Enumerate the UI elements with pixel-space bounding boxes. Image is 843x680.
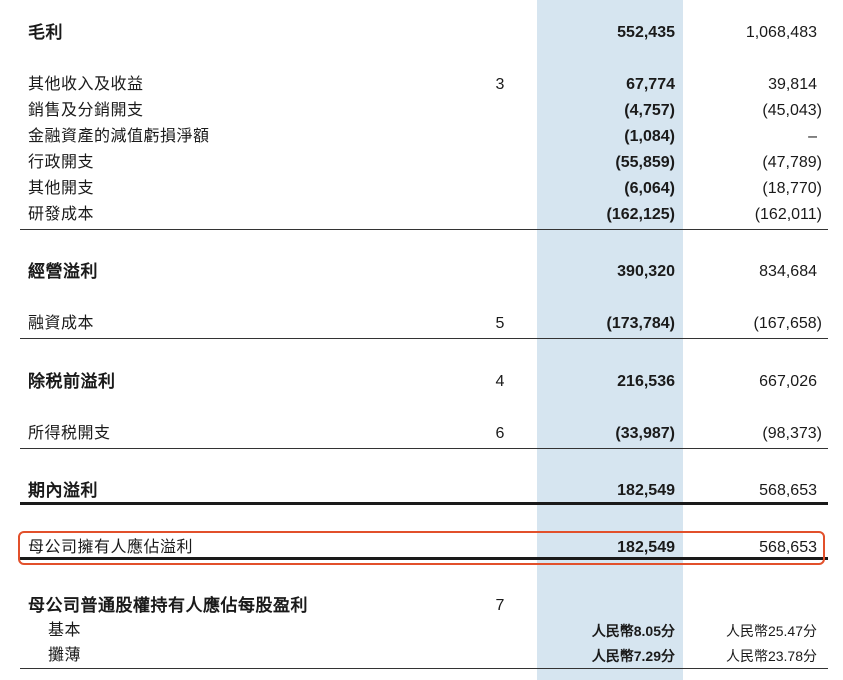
table-row: 所得税開支 6 (33,987) (98,373): [0, 422, 843, 446]
prior-value: (162,011): [754, 206, 822, 223]
row-label: 銷售及分銷開支: [28, 102, 144, 119]
note-ref: 4: [495, 373, 505, 390]
current-value: 216,536: [617, 373, 675, 390]
note-ref: 3: [495, 76, 505, 93]
table-row: 除税前溢利 4 216,536 667,026: [0, 370, 843, 394]
prior-value: (47,789): [762, 154, 822, 171]
divider: [20, 448, 828, 449]
table-row: 其他收入及收益 3 67,774 39,814: [0, 73, 843, 97]
row-label: 金融資產的減值虧損淨額: [28, 128, 210, 145]
prior-value: 667,026: [759, 373, 817, 390]
note-ref: 7: [495, 597, 505, 614]
prior-value: 人民幣23.78分: [725, 648, 817, 664]
prior-value: 39,814: [768, 76, 817, 93]
prior-value: 568,653: [759, 482, 817, 499]
current-value: 552,435: [617, 24, 675, 41]
current-value: (162,125): [606, 206, 676, 223]
table-row: 經營溢利 390,320 834,684: [0, 260, 843, 284]
divider: [20, 338, 828, 339]
current-value: (6,064): [624, 180, 675, 197]
divider: [20, 229, 828, 230]
prior-value: 834,684: [759, 263, 817, 280]
table-row: 研發成本 (162,125) (162,011): [0, 203, 843, 227]
current-value: (55,859): [615, 154, 675, 171]
current-value: 人民幣8.05分: [591, 623, 675, 639]
row-label: 攤薄: [48, 647, 82, 664]
prior-value: (18,770): [762, 180, 822, 197]
current-value: (173,784): [606, 315, 676, 332]
total-rule: [20, 502, 828, 505]
prior-value: 人民幣25.47分: [725, 623, 817, 639]
current-value: (33,987): [615, 425, 675, 442]
table-row: 基本 人民幣8.05分 人民幣25.47分: [0, 619, 843, 643]
table-row: 毛利 552,435 1,068,483: [0, 21, 843, 45]
current-value: (4,757): [624, 102, 675, 119]
prior-value: (45,043): [762, 102, 822, 119]
row-label: 融資成本: [28, 315, 95, 332]
current-value: 182,549: [617, 482, 675, 499]
row-label: 毛利: [28, 23, 63, 42]
table-row: 期內溢利 182,549 568,653: [0, 479, 843, 503]
table-row: 攤薄 人民幣7.29分 人民幣23.78分: [0, 644, 843, 668]
table-row: 金融資產的減值虧損淨額 (1,084) –: [0, 125, 843, 149]
current-value: 67,774: [626, 76, 675, 93]
row-label: 期內溢利: [28, 481, 98, 500]
table-row: 銷售及分銷開支 (4,757) (45,043): [0, 99, 843, 123]
current-value: 人民幣7.29分: [591, 648, 675, 664]
note-ref: 5: [495, 315, 505, 332]
note-ref: 6: [495, 425, 505, 442]
table-row: 母公司普通股權持有人應佔每股盈利 7: [0, 594, 843, 618]
row-label: 行政開支: [28, 154, 95, 171]
row-label: 母公司普通股權持有人應佔每股盈利: [28, 596, 308, 615]
current-value: (1,084): [624, 128, 675, 145]
row-label: 除税前溢利: [28, 372, 116, 391]
table-row: 融資成本 5 (173,784) (167,658): [0, 312, 843, 336]
row-label: 基本: [48, 622, 82, 639]
annotation-highlight-box: [18, 531, 825, 565]
prior-value: –: [808, 128, 817, 145]
divider: [20, 668, 828, 669]
row-label: 其他收入及收益: [28, 76, 144, 93]
prior-value: (167,658): [753, 315, 823, 332]
income-statement-page: 毛利 552,435 1,068,483 其他收入及收益 3 67,774 39…: [0, 0, 843, 680]
row-label: 其他開支: [28, 180, 95, 197]
row-label: 研發成本: [28, 206, 95, 223]
table-row: 行政開支 (55,859) (47,789): [0, 151, 843, 175]
table-row: 其他開支 (6,064) (18,770): [0, 177, 843, 201]
current-value: 390,320: [617, 263, 675, 280]
row-label: 所得税開支: [28, 425, 111, 442]
prior-value: 1,068,483: [745, 24, 817, 41]
prior-value: (98,373): [762, 425, 822, 442]
row-label: 經營溢利: [28, 262, 98, 281]
